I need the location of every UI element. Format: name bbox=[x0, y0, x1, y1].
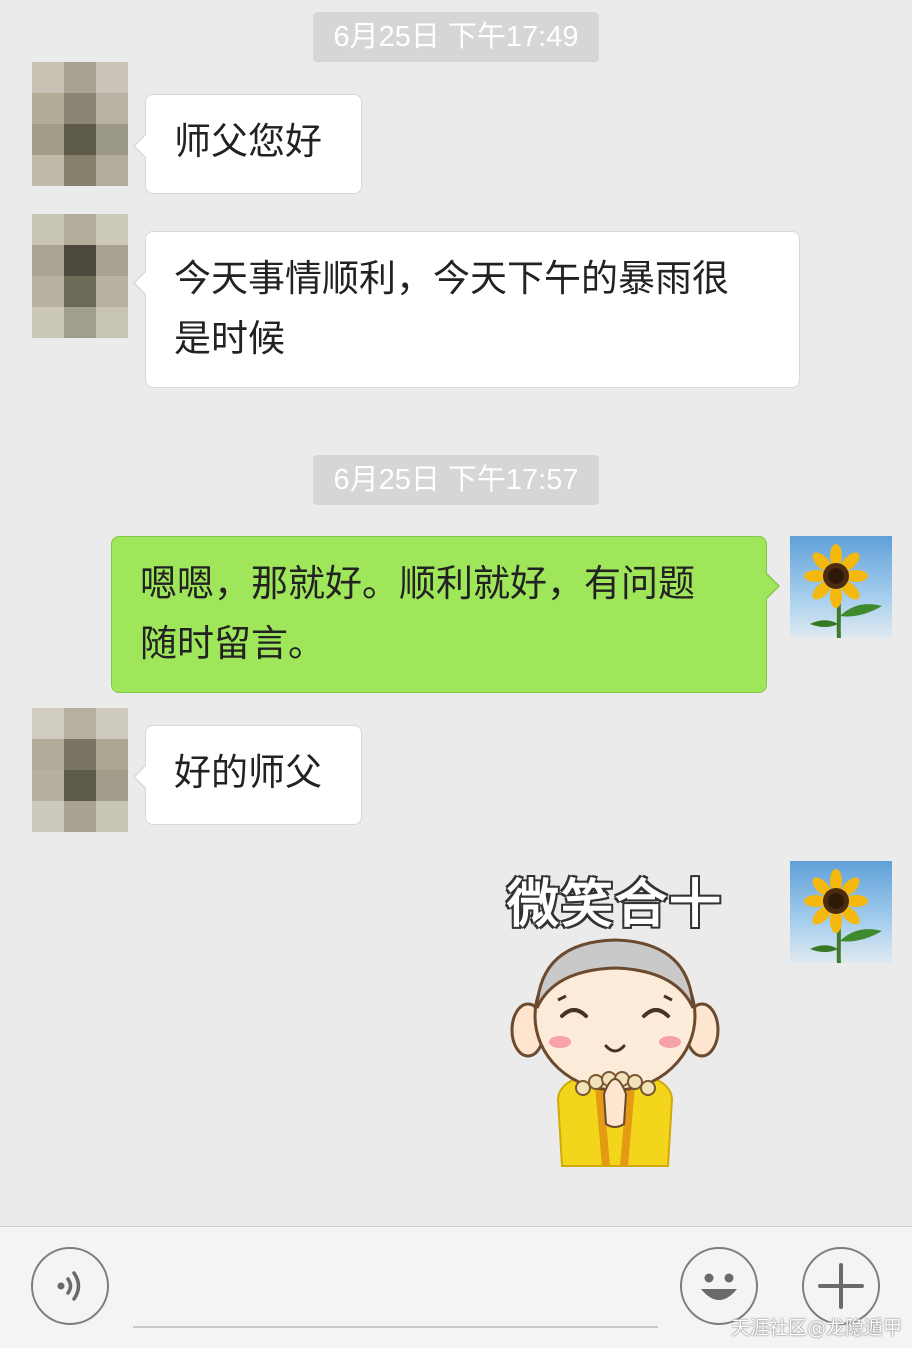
message-text: 好的师父 bbox=[174, 751, 322, 794]
message-input[interactable] bbox=[133, 1326, 658, 1328]
voice-button[interactable] bbox=[31, 1247, 109, 1325]
message-bubble-sent[interactable]: 嗯嗯，那就好。顺利就好，有问题 随时留言。 bbox=[111, 536, 780, 693]
watermark: 天涯社区@龙隐遁甲 bbox=[730, 1317, 902, 1339]
sunflower-icon bbox=[804, 869, 882, 963]
chat-input-bar: 天涯社区@龙隐遁甲 bbox=[0, 1226, 912, 1348]
message-text-line: 是时候 bbox=[174, 317, 285, 360]
voice-icon bbox=[57, 1271, 81, 1301]
emoji-icon bbox=[701, 1273, 737, 1300]
sunflower-avatar[interactable] bbox=[790, 536, 892, 638]
plus-icon bbox=[818, 1263, 864, 1309]
message-bubble-received[interactable]: 师父您好 bbox=[133, 94, 362, 194]
contact-avatar[interactable] bbox=[32, 214, 128, 338]
monk-sticker-icon bbox=[510, 938, 720, 1167]
sunflower-avatar[interactable] bbox=[790, 861, 892, 963]
timestamp: 6月25日 下午17:57 bbox=[313, 455, 599, 505]
message-text-line: 随时留言。 bbox=[140, 622, 325, 665]
sticker-message[interactable]: 微笑合十 bbox=[500, 862, 730, 1172]
message-bubble-received[interactable]: 今天事情顺利，今天下午的暴雨很 是时候 bbox=[133, 231, 800, 388]
contact-avatar[interactable] bbox=[32, 708, 128, 832]
message-bubble-received[interactable]: 好的师父 bbox=[133, 725, 362, 825]
message-text: 师父您好 bbox=[174, 120, 322, 163]
message-text-line: 今天事情顺利，今天下午的暴雨很 bbox=[174, 257, 729, 300]
sunflower-icon bbox=[804, 544, 882, 638]
contact-avatar[interactable] bbox=[32, 62, 128, 186]
timestamp: 6月25日 下午17:49 bbox=[313, 12, 599, 62]
message-text-line: 嗯嗯，那就好。顺利就好，有问题 bbox=[140, 562, 695, 605]
